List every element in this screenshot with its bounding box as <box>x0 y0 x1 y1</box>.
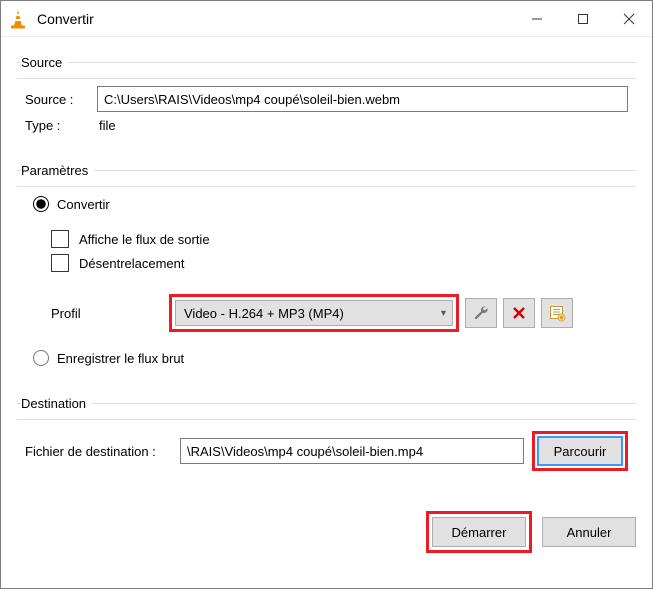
new-profile-button[interactable] <box>541 298 573 328</box>
radio-dump-raw[interactable] <box>33 350 49 366</box>
cancel-button[interactable]: Annuler <box>542 517 636 547</box>
window-title: Convertir <box>37 11 514 27</box>
titlebar: Convertir <box>1 1 652 37</box>
group-params-legend: Paramètres <box>21 163 94 178</box>
source-label: Source : <box>25 92 97 107</box>
type-label: Type : <box>25 118 97 133</box>
group-source-legend: Source <box>21 55 68 70</box>
destination-file-label: Fichier de destination : <box>25 444 180 459</box>
profile-dropdown[interactable]: Video - H.264 + MP3 (MP4) ▾ <box>175 300 453 326</box>
checkbox-show-output-label: Affiche le flux de sortie <box>79 232 210 247</box>
chevron-down-icon: ▾ <box>441 308 446 319</box>
group-destination: Destination Fichier de destination : Par… <box>17 396 636 481</box>
new-profile-icon <box>548 304 566 322</box>
profile-selected: Video - H.264 + MP3 (MP4) <box>184 306 344 321</box>
minimize-button[interactable] <box>514 1 560 36</box>
radio-convert[interactable] <box>33 196 49 212</box>
highlight-start: Démarrer <box>426 511 532 553</box>
wrench-icon <box>472 304 490 322</box>
radio-convert-label: Convertir <box>57 197 110 212</box>
group-destination-legend: Destination <box>21 396 92 411</box>
highlight-profile: Video - H.264 + MP3 (MP4) ▾ <box>169 294 459 332</box>
checkbox-deinterlace-label: Désentrelacement <box>79 256 185 271</box>
dialog-footer: Démarrer Annuler <box>1 501 652 553</box>
type-value: file <box>97 118 116 133</box>
start-button[interactable]: Démarrer <box>432 517 526 547</box>
radio-dump-raw-label: Enregistrer le flux brut <box>57 351 184 366</box>
checkbox-deinterlace[interactable] <box>51 254 69 272</box>
profile-label: Profil <box>51 306 169 321</box>
destination-file-input[interactable] <box>180 438 524 464</box>
browse-button[interactable]: Parcourir <box>538 437 622 465</box>
vlc-cone-icon <box>7 8 29 30</box>
delete-profile-button[interactable] <box>503 298 535 328</box>
x-icon <box>511 305 527 321</box>
maximize-button[interactable] <box>560 1 606 36</box>
group-params: Paramètres Convertir Affiche le flux de … <box>17 163 636 378</box>
close-button[interactable] <box>606 1 652 36</box>
source-input[interactable] <box>97 86 628 112</box>
checkbox-show-output[interactable] <box>51 230 69 248</box>
group-source: Source Source : Type : file <box>17 55 636 145</box>
edit-profile-button[interactable] <box>465 298 497 328</box>
highlight-browse: Parcourir <box>532 431 628 471</box>
